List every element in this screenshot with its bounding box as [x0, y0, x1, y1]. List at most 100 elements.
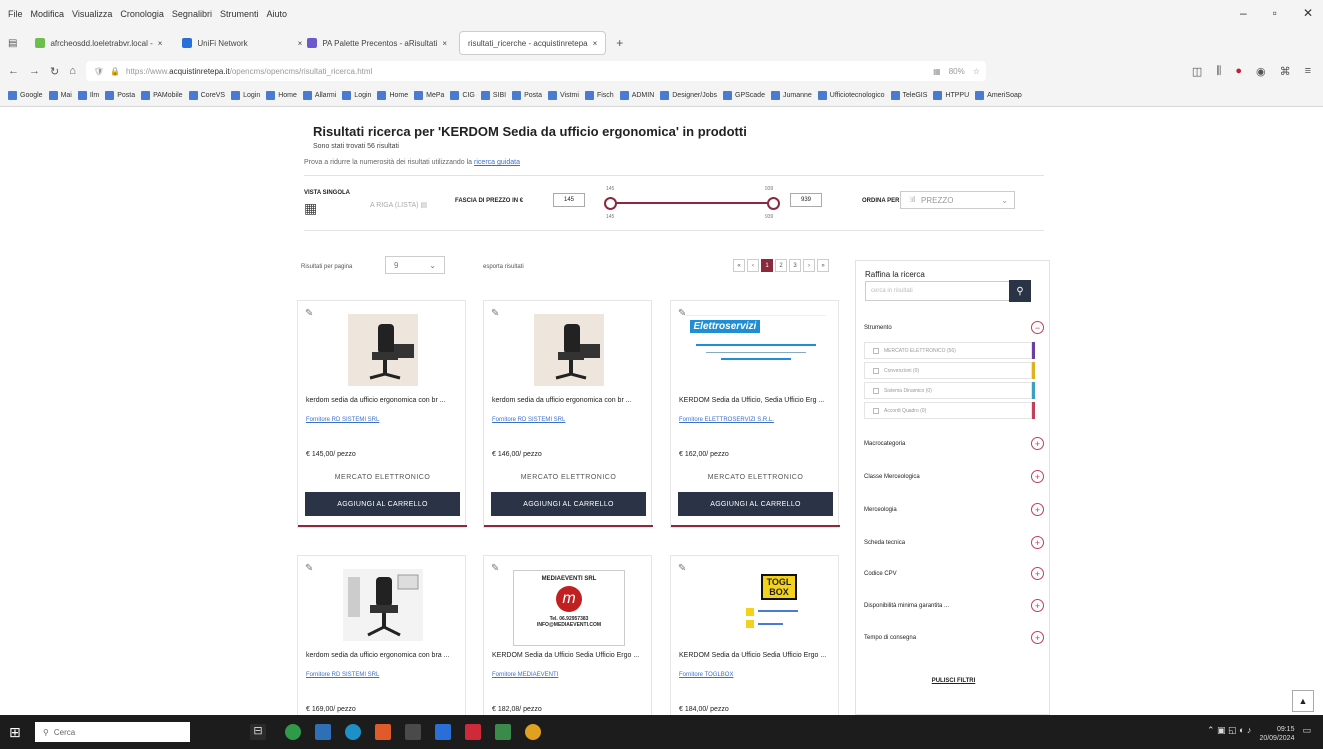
checkbox[interactable]: [873, 347, 879, 354]
page-first[interactable]: «: [733, 259, 745, 272]
plus-icon[interactable]: +: [1031, 536, 1044, 549]
app-icon[interactable]: [315, 724, 331, 740]
product-name[interactable]: kerdom sedia da ufficio ergonomica con b…: [492, 396, 647, 406]
grid-view-icon[interactable]: ▦: [304, 200, 317, 217]
bookmark-item[interactable]: Posta: [105, 90, 135, 100]
app-icon[interactable]: [465, 724, 481, 740]
back-icon[interactable]: ←: [8, 65, 19, 77]
page-1[interactable]: 1: [761, 259, 773, 272]
menu-file[interactable]: File: [8, 9, 23, 19]
bookmark-item[interactable]: Home: [266, 90, 297, 100]
page-prev[interactable]: ‹: [747, 259, 759, 272]
supplier-link[interactable]: Fornitore TOGLBOX: [679, 672, 733, 678]
notifications-icon[interactable]: ▭: [1302, 725, 1311, 743]
filter-option[interactable]: Sistema Dinamico (0): [864, 382, 1032, 399]
add-to-cart-button[interactable]: AGGIUNGI AL CARRELLO: [491, 492, 646, 516]
reader-icon[interactable]: ▦: [933, 67, 941, 76]
outlook-icon[interactable]: [435, 724, 451, 740]
product-name[interactable]: KERDOM Sedia da Ufficio Sedia Ufficio Er…: [492, 651, 647, 661]
chrome-icon[interactable]: [285, 724, 301, 740]
supplier-link[interactable]: Fornitore MEDIAEVENTI: [492, 672, 558, 678]
supplier-link[interactable]: Fornitore RD SISTEMI SRL: [492, 417, 565, 423]
tab-close-icon[interactable]: ×: [442, 39, 447, 48]
bookmark-item[interactable]: Ufficiotecnologico: [817, 90, 885, 100]
product-image[interactable]: [514, 313, 624, 387]
filter-option[interactable]: Convenzioni (0): [864, 362, 1032, 379]
search-icon[interactable]: ⚲: [1009, 280, 1031, 302]
filter-section-consegna[interactable]: Tempo di consegna +: [864, 631, 1044, 644]
forward-icon[interactable]: →: [29, 65, 40, 77]
tab-1[interactable]: afrcheosdd.loeletrabvr.local - ×: [27, 31, 170, 55]
guided-search-link[interactable]: ricerca guidata: [474, 159, 520, 166]
reload-icon[interactable]: ↻: [50, 65, 59, 78]
bookmark-item[interactable]: CoreVS: [188, 90, 225, 100]
perpage-select[interactable]: 9 ⌄: [385, 256, 445, 274]
lock-icon[interactable]: 🔒: [110, 67, 120, 76]
bookmark-item[interactable]: Vistmi: [548, 90, 579, 100]
product-image[interactable]: Elettroservizi: [683, 313, 828, 387]
filter-option[interactable]: Accordi Quadro (0): [864, 402, 1032, 419]
edit-icon[interactable]: ✎: [491, 308, 499, 319]
sort-select[interactable]: ⫶ıl PREZZO ⌄: [900, 191, 1015, 209]
price-slider-min-handle[interactable]: [604, 197, 617, 210]
bookmark-item[interactable]: Google: [8, 90, 43, 100]
page-2[interactable]: 2: [775, 259, 787, 272]
plus-icon[interactable]: +: [1031, 437, 1044, 450]
menu-view[interactable]: Visualizza: [72, 9, 112, 19]
add-to-cart-button[interactable]: AGGIUNGI AL CARRELLO: [305, 492, 460, 516]
product-name[interactable]: KERDOM Sedia da Ufficio, Sedia Ufficio E…: [679, 396, 834, 406]
menu-icon[interactable]: ≡: [1305, 65, 1311, 78]
bookmark-item[interactable]: TeleGIS: [890, 90, 927, 100]
bookmark-item[interactable]: GPScade: [723, 90, 765, 100]
filter-section-disponibilita[interactable]: Disponibilità minima garantita ... +: [864, 599, 1044, 612]
clock[interactable]: 09:15 20/09/2024: [1259, 725, 1294, 743]
list-view-button[interactable]: A RIGA (LISTA) ▤: [370, 201, 427, 209]
product-image[interactable]: [328, 568, 438, 642]
product-image[interactable]: TOGL BOX: [701, 568, 811, 642]
bookmark-item[interactable]: Mai: [48, 90, 72, 100]
tab-2[interactable]: UniFi Network: [174, 31, 255, 55]
product-name[interactable]: KERDOM Sedia da Ufficio Sedia Ufficio Er…: [679, 651, 834, 661]
product-image[interactable]: [328, 313, 438, 387]
plus-icon[interactable]: +: [1031, 470, 1044, 483]
plus-icon[interactable]: +: [1031, 567, 1044, 580]
account-icon[interactable]: ◉: [1256, 65, 1266, 78]
shield-icon[interactable]: 🛡: [94, 67, 104, 76]
filter-search-input[interactable]: cerca in risultati: [865, 281, 1010, 301]
star-icon[interactable]: ☆: [973, 67, 980, 76]
scroll-top-button[interactable]: ▲: [1292, 690, 1314, 712]
shield-icon[interactable]: ◫: [1192, 65, 1202, 78]
maximize-icon[interactable]: ▫: [1273, 6, 1277, 20]
tab-close-icon[interactable]: ×: [298, 39, 303, 48]
reset-filters-link[interactable]: PULISCI FILTRI: [856, 678, 1051, 684]
library-icon[interactable]: ⫼: [1216, 65, 1221, 78]
edge-icon[interactable]: [345, 724, 361, 740]
tab-4-active[interactable]: risultati_ricerche - acquistinretepa ×: [459, 31, 607, 55]
supplier-link[interactable]: Fornitore RD SISTEMI SRL: [306, 672, 379, 678]
tab-close-icon[interactable]: ×: [158, 39, 163, 48]
edit-icon[interactable]: ✎: [491, 563, 499, 574]
tab-3[interactable]: × PA Palette Precentos - aRisultati ×: [290, 31, 455, 55]
bookmark-item[interactable]: Home: [377, 90, 408, 100]
export-results-link[interactable]: esporta risultati: [483, 264, 524, 270]
price-slider-max-handle[interactable]: [767, 197, 780, 210]
edit-icon[interactable]: ✎: [678, 563, 686, 574]
taskbar-search[interactable]: ⚲ Cerca: [35, 722, 190, 742]
supplier-link[interactable]: Fornitore RD SISTEMI SRL: [306, 417, 379, 423]
bookmark-item[interactable]: Jumanne: [770, 90, 812, 100]
product-name[interactable]: kerdom sedia da ufficio ergonomica con b…: [306, 651, 461, 661]
puzzle-icon[interactable]: ⌘: [1280, 65, 1291, 78]
filter-section-scheda[interactable]: Scheda tecnica +: [864, 536, 1044, 549]
close-icon[interactable]: ✕: [1303, 6, 1313, 20]
filter-option[interactable]: MERCATO ELETTRONICO (56): [864, 342, 1032, 359]
bookmark-item[interactable]: Designer/Jobs: [660, 90, 717, 100]
filter-section-macrocategoria[interactable]: Macrocategoria +: [864, 437, 1044, 450]
checkbox[interactable]: [873, 387, 879, 394]
menu-help[interactable]: Aiuto: [266, 9, 287, 19]
tray-icons[interactable]: ⌃ ▣ ◱ ◐ ♪: [1207, 725, 1252, 743]
filter-section-cpv[interactable]: Codice CPV +: [864, 567, 1044, 580]
filter-section-merceologia[interactable]: Merceologia +: [864, 503, 1044, 516]
task-view-icon[interactable]: ⊟: [250, 724, 266, 740]
plus-icon[interactable]: +: [1031, 599, 1044, 612]
url-bar[interactable]: 🛡 🔒 https://www.acquistinretepa.it/openc…: [85, 61, 986, 81]
